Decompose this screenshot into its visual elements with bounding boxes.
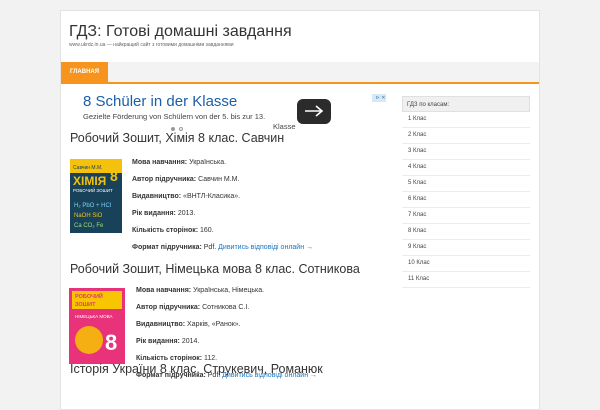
ad-subtitle-cut: Klasse <box>273 122 296 131</box>
site-title[interactable]: ГДЗ: Готові домашні завдання <box>69 23 292 41</box>
book-cover-german[interactable]: РОБОЧИЙ ЗОШИТ НІМЕЦЬКА МОВА 8 <box>69 288 125 364</box>
svg-text:ЗОШИТ: ЗОШИТ <box>75 302 96 308</box>
sidebar-item-grade[interactable]: 1 Клас <box>402 112 530 128</box>
svg-text:Савчин М.М.: Савчин М.М. <box>73 165 103 171</box>
svg-text:NaOH SiO: NaOH SiO <box>74 213 103 219</box>
sidebar-item-grade[interactable]: 3 Клас <box>402 144 530 160</box>
svg-text:НІМЕЦЬКА МОВА: НІМЕЦЬКА МОВА <box>75 314 113 319</box>
sidebar-item-grade[interactable]: 2 Клас <box>402 128 530 144</box>
meta-row: Формат підручника: Pdf. Дивитись відпові… <box>132 244 314 251</box>
site-description: www.ukrdz.in.ua — найкращий сайт з готов… <box>69 42 234 48</box>
svg-text:РОБОЧИЙ: РОБОЧИЙ <box>75 292 103 300</box>
meta-row: Рік видання: 2013. <box>132 210 196 217</box>
ad-next-button[interactable] <box>297 99 331 124</box>
view-answers-link[interactable]: Дивитись відповіді онлайн → <box>218 244 313 251</box>
sidebar-item-grade[interactable]: 6 Клас <box>402 192 530 208</box>
svg-text:8: 8 <box>110 168 118 184</box>
arrow-right-icon <box>305 105 324 117</box>
meta-row: Кількість сторінок: 160. <box>132 227 214 234</box>
sidebar-item-grade[interactable]: 11 Клас <box>402 272 530 288</box>
svg-text:Ca CO₂ Fe: Ca CO₂ Fe <box>74 223 104 229</box>
book-meta: Мова навчання: Українська. Автор підручн… <box>132 158 313 260</box>
nav-item-home[interactable]: ГЛАВНАЯ <box>61 62 108 82</box>
sidebar-item-grade[interactable]: 7 Клас <box>402 208 530 224</box>
book-title[interactable]: Робочий Зошит, Німецька мова 8 клас. Сот… <box>70 262 360 276</box>
book-cover-chemistry[interactable]: Савчин М.М. ХІМІЯ РОБОЧИЙ ЗОШИТ 8 H₂ PbO… <box>70 159 122 233</box>
main-nav: ГЛАВНАЯ <box>61 62 539 84</box>
sidebar-item-grade[interactable]: 4 Клас <box>402 160 530 176</box>
ad-subtitle: Gezielte Förderung von Schülern von der … <box>83 112 266 121</box>
meta-row: Автор підручника: Савчин М.М. <box>132 176 240 183</box>
svg-text:РОБОЧИЙ ЗОШИТ: РОБОЧИЙ ЗОШИТ <box>73 186 113 193</box>
page-container: ГДЗ: Готові домашні завдання www.ukrdz.i… <box>60 10 540 410</box>
book-title[interactable]: Робочий Зошит, Хімія 8 клас. Савчин <box>70 131 284 145</box>
meta-row: Автор підручника: Сотникова С.І. <box>136 304 250 311</box>
sidebar-item-grade[interactable]: 10 Клас <box>402 256 530 272</box>
ad-title[interactable]: 8 Schüler in der Klasse <box>83 93 237 110</box>
sidebar-item-grade[interactable]: 8 Клас <box>402 224 530 240</box>
sidebar-item-grade[interactable]: 9 Клас <box>402 240 530 256</box>
ad-choices-badge[interactable]: ⊳ ✕ <box>372 94 386 102</box>
svg-text:ХІМІЯ: ХІМІЯ <box>73 174 106 188</box>
meta-row: Мова навчання: Українська, Німецька. <box>136 287 265 294</box>
meta-row: Рік видання: 2014. <box>136 338 200 345</box>
sidebar-item-grade[interactable]: 5 Клас <box>402 176 530 192</box>
ad-banner[interactable]: 8 Schüler in der Klasse Gezielte Förderu… <box>66 92 386 136</box>
svg-text:H₂ PbO + HCl: H₂ PbO + HCl <box>74 203 111 209</box>
sidebar-heading: ГДЗ по класам: <box>402 96 530 112</box>
meta-row: Видавництво: «ВНТЛ-Класика». <box>132 193 241 200</box>
meta-row: Мова навчання: Українська. <box>132 159 227 166</box>
svg-text:8: 8 <box>105 330 117 355</box>
book-title[interactable]: Історія України 8 клас. Струкевич, Роман… <box>70 362 323 376</box>
sidebar-grades: ГДЗ по класам: 1 Клас 2 Клас 3 Клас 4 Кл… <box>402 96 530 288</box>
meta-row: Видавництво: Харків, «Ранок». <box>136 321 241 328</box>
